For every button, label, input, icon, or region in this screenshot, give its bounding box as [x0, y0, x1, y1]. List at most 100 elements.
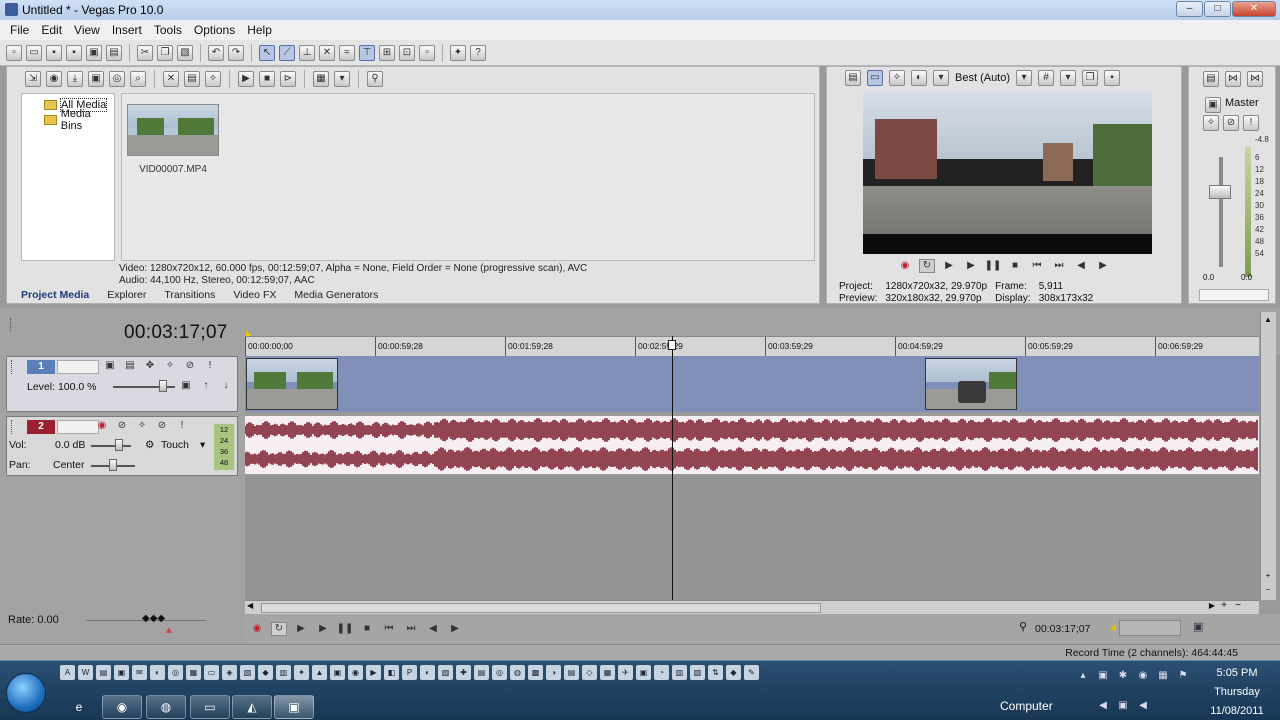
timeline-vertical-scrollbar[interactable]: ▲ + − [1260, 312, 1276, 600]
whats-this-help-icon[interactable]: ? [470, 44, 486, 61]
app-icon[interactable]: ▥ [276, 665, 291, 680]
loop-playback-icon[interactable]: ↻ [919, 259, 935, 273]
video-track-header[interactable]: 1 ▣ ▤ ✥ ✧ ⊘ ! Level: 100.0 % ▣ ↑ ↓ [6, 356, 238, 412]
app-icon[interactable]: ◔ [654, 665, 669, 680]
views-dropdown-icon[interactable]: ▾ [334, 71, 350, 87]
time-ruler[interactable]: 00:00:00;00 00:00:59;28 00:01:59;28 00:0… [245, 336, 1259, 357]
timeline-empty-area[interactable] [245, 476, 1259, 600]
tab-explorer[interactable]: Explorer [107, 289, 146, 303]
next-frame-icon[interactable]: ▶ [447, 622, 463, 636]
close-button[interactable]: ✕ [1232, 1, 1276, 17]
views-icon[interactable]: ▦ [313, 71, 329, 87]
scroll-thumb[interactable] [261, 603, 821, 613]
import-media-icon[interactable]: ⇲ [25, 71, 41, 87]
menu-insert[interactable]: Insert [106, 23, 148, 37]
menu-help[interactable]: Help [241, 23, 278, 37]
capture-video-icon[interactable]: ◉ [46, 71, 62, 87]
h-zoom-out-icon[interactable]: − [1235, 601, 1241, 611]
pan-slider[interactable] [109, 459, 117, 471]
start-button[interactable] [6, 673, 46, 713]
dim-output-icon[interactable]: ⋈ [1247, 71, 1263, 87]
flag-icon[interactable]: ⚑ [1176, 669, 1190, 683]
level-slider[interactable] [159, 380, 167, 392]
overlays-dropdown-icon[interactable]: ▾ [1060, 70, 1077, 86]
master-solo-icon[interactable]: ! [1243, 115, 1259, 131]
make-compositing-child-icon[interactable]: ▤ [123, 359, 137, 373]
video-clip-thumbnail[interactable] [246, 358, 338, 410]
volume-muted-icon[interactable]: ◀ [1096, 699, 1110, 713]
master-fader[interactable] [1209, 185, 1231, 199]
app-icon[interactable]: ◉ [348, 665, 363, 680]
tray-app-icon[interactable]: ▣ [1096, 669, 1110, 683]
app-icon[interactable]: ▧ [690, 665, 705, 680]
mixer-scrollbar[interactable] [1199, 289, 1269, 301]
save-as-icon[interactable]: ▪ [66, 44, 82, 61]
track-motion-icon[interactable]: ✥ [143, 359, 157, 373]
app-icon[interactable]: ▣ [114, 665, 129, 680]
scroll-right-icon[interactable]: ▶ [1209, 602, 1215, 610]
split-screen-icon[interactable]: ◐ [911, 70, 927, 86]
solo-icon[interactable]: ! [175, 419, 189, 433]
vegas-taskbar-button[interactable]: ▣ [274, 695, 314, 719]
app-icon[interactable]: ◆ [726, 665, 741, 680]
lock-envelopes-icon[interactable]: ⊤ [359, 44, 375, 61]
app-icon[interactable]: ◆ [258, 665, 273, 680]
app-icon[interactable]: ▶ [366, 665, 381, 680]
scroll-up-icon[interactable]: ▲ [1262, 316, 1274, 326]
master-mute-icon[interactable]: ⊘ [1223, 115, 1239, 131]
vol-slider[interactable] [115, 439, 123, 451]
app-icon[interactable]: ✈ [618, 665, 633, 680]
normal-edit-tool-icon[interactable]: ↖ [259, 44, 275, 61]
explorer-taskbar-button[interactable]: ▭ [190, 695, 230, 719]
redo-icon[interactable]: ↷ [228, 44, 244, 61]
audio-track-header[interactable]: 2 ◉ ⊘ ✧ ⊘ ! Vol: 0.0 dB ⚙ Touch ▾ Pan: C… [6, 416, 238, 476]
overlays-icon[interactable]: # [1038, 70, 1055, 86]
tree-item-media-bins[interactable]: Media Bins [44, 108, 114, 132]
play-from-start-icon[interactable]: ▶ [293, 622, 309, 636]
app-taskbar-button[interactable]: ◭ [232, 695, 272, 719]
app-icon[interactable]: ◎ [168, 665, 183, 680]
app-icon[interactable]: ◐ [150, 665, 165, 680]
minimize-button[interactable]: – [1176, 1, 1203, 17]
menu-edit[interactable]: Edit [35, 23, 68, 37]
h-zoom-in-icon[interactable]: + [1221, 601, 1227, 611]
app-icon[interactable]: ◇ [582, 665, 597, 680]
next-frame-icon[interactable]: ▶ [1095, 259, 1111, 273]
app-icon[interactable]: ▤ [474, 665, 489, 680]
video-track-lane[interactable] [245, 356, 1259, 412]
app-icon[interactable]: ✉ [132, 665, 147, 680]
mute-icon[interactable]: ⊘ [183, 359, 197, 373]
copy-icon[interactable]: ❐ [157, 44, 173, 61]
track-name-field[interactable] [57, 360, 99, 374]
stop-icon[interactable]: ■ [359, 622, 375, 636]
properties-icon[interactable]: ▤ [106, 44, 122, 61]
record-icon[interactable]: ◉ [897, 259, 913, 273]
rate-slider-handle[interactable]: ◆◆◆ [142, 614, 165, 624]
copy-snapshot-icon[interactable]: ❐ [1082, 70, 1099, 86]
app-icon[interactable]: ◎ [492, 665, 507, 680]
app-icon[interactable]: ▧ [240, 665, 255, 680]
app-icon[interactable]: P [402, 665, 417, 680]
compositing-mode-icon[interactable]: ▣ [103, 359, 117, 373]
child-icon[interactable]: ↓ [219, 379, 233, 393]
app-icon[interactable]: ▲ [312, 665, 327, 680]
get-photos-icon[interactable]: ▣ [88, 71, 104, 87]
playhead-handle[interactable] [668, 340, 676, 350]
app-icon[interactable]: ✎ [744, 665, 759, 680]
playhead-cursor[interactable] [672, 336, 673, 600]
app-icon[interactable]: ◍ [510, 665, 525, 680]
snapping-icon[interactable]: ⊥ [299, 44, 315, 61]
maximize-button[interactable]: □ [1204, 1, 1231, 17]
extract-audio-icon[interactable]: ◎ [109, 71, 125, 87]
tab-project-media[interactable]: Project Media [21, 289, 89, 303]
compositing-fx-icon[interactable]: ▣ [179, 379, 193, 393]
master-fx-icon[interactable]: ✧ [1203, 115, 1219, 131]
audio-track-lane[interactable] [245, 416, 1259, 474]
preview-quality-select[interactable]: Best (Auto) [955, 72, 1010, 84]
stop-icon[interactable]: ■ [1007, 259, 1023, 273]
track-fx-icon[interactable]: ✧ [135, 419, 149, 433]
scroll-left-icon[interactable]: ◀ [247, 602, 253, 610]
zoom-in-icon[interactable]: + [1262, 572, 1274, 582]
quality-dropdown-arrow-icon[interactable]: ▾ [1016, 70, 1033, 86]
ignore-grouping-icon[interactable]: ⊞ [379, 44, 395, 61]
